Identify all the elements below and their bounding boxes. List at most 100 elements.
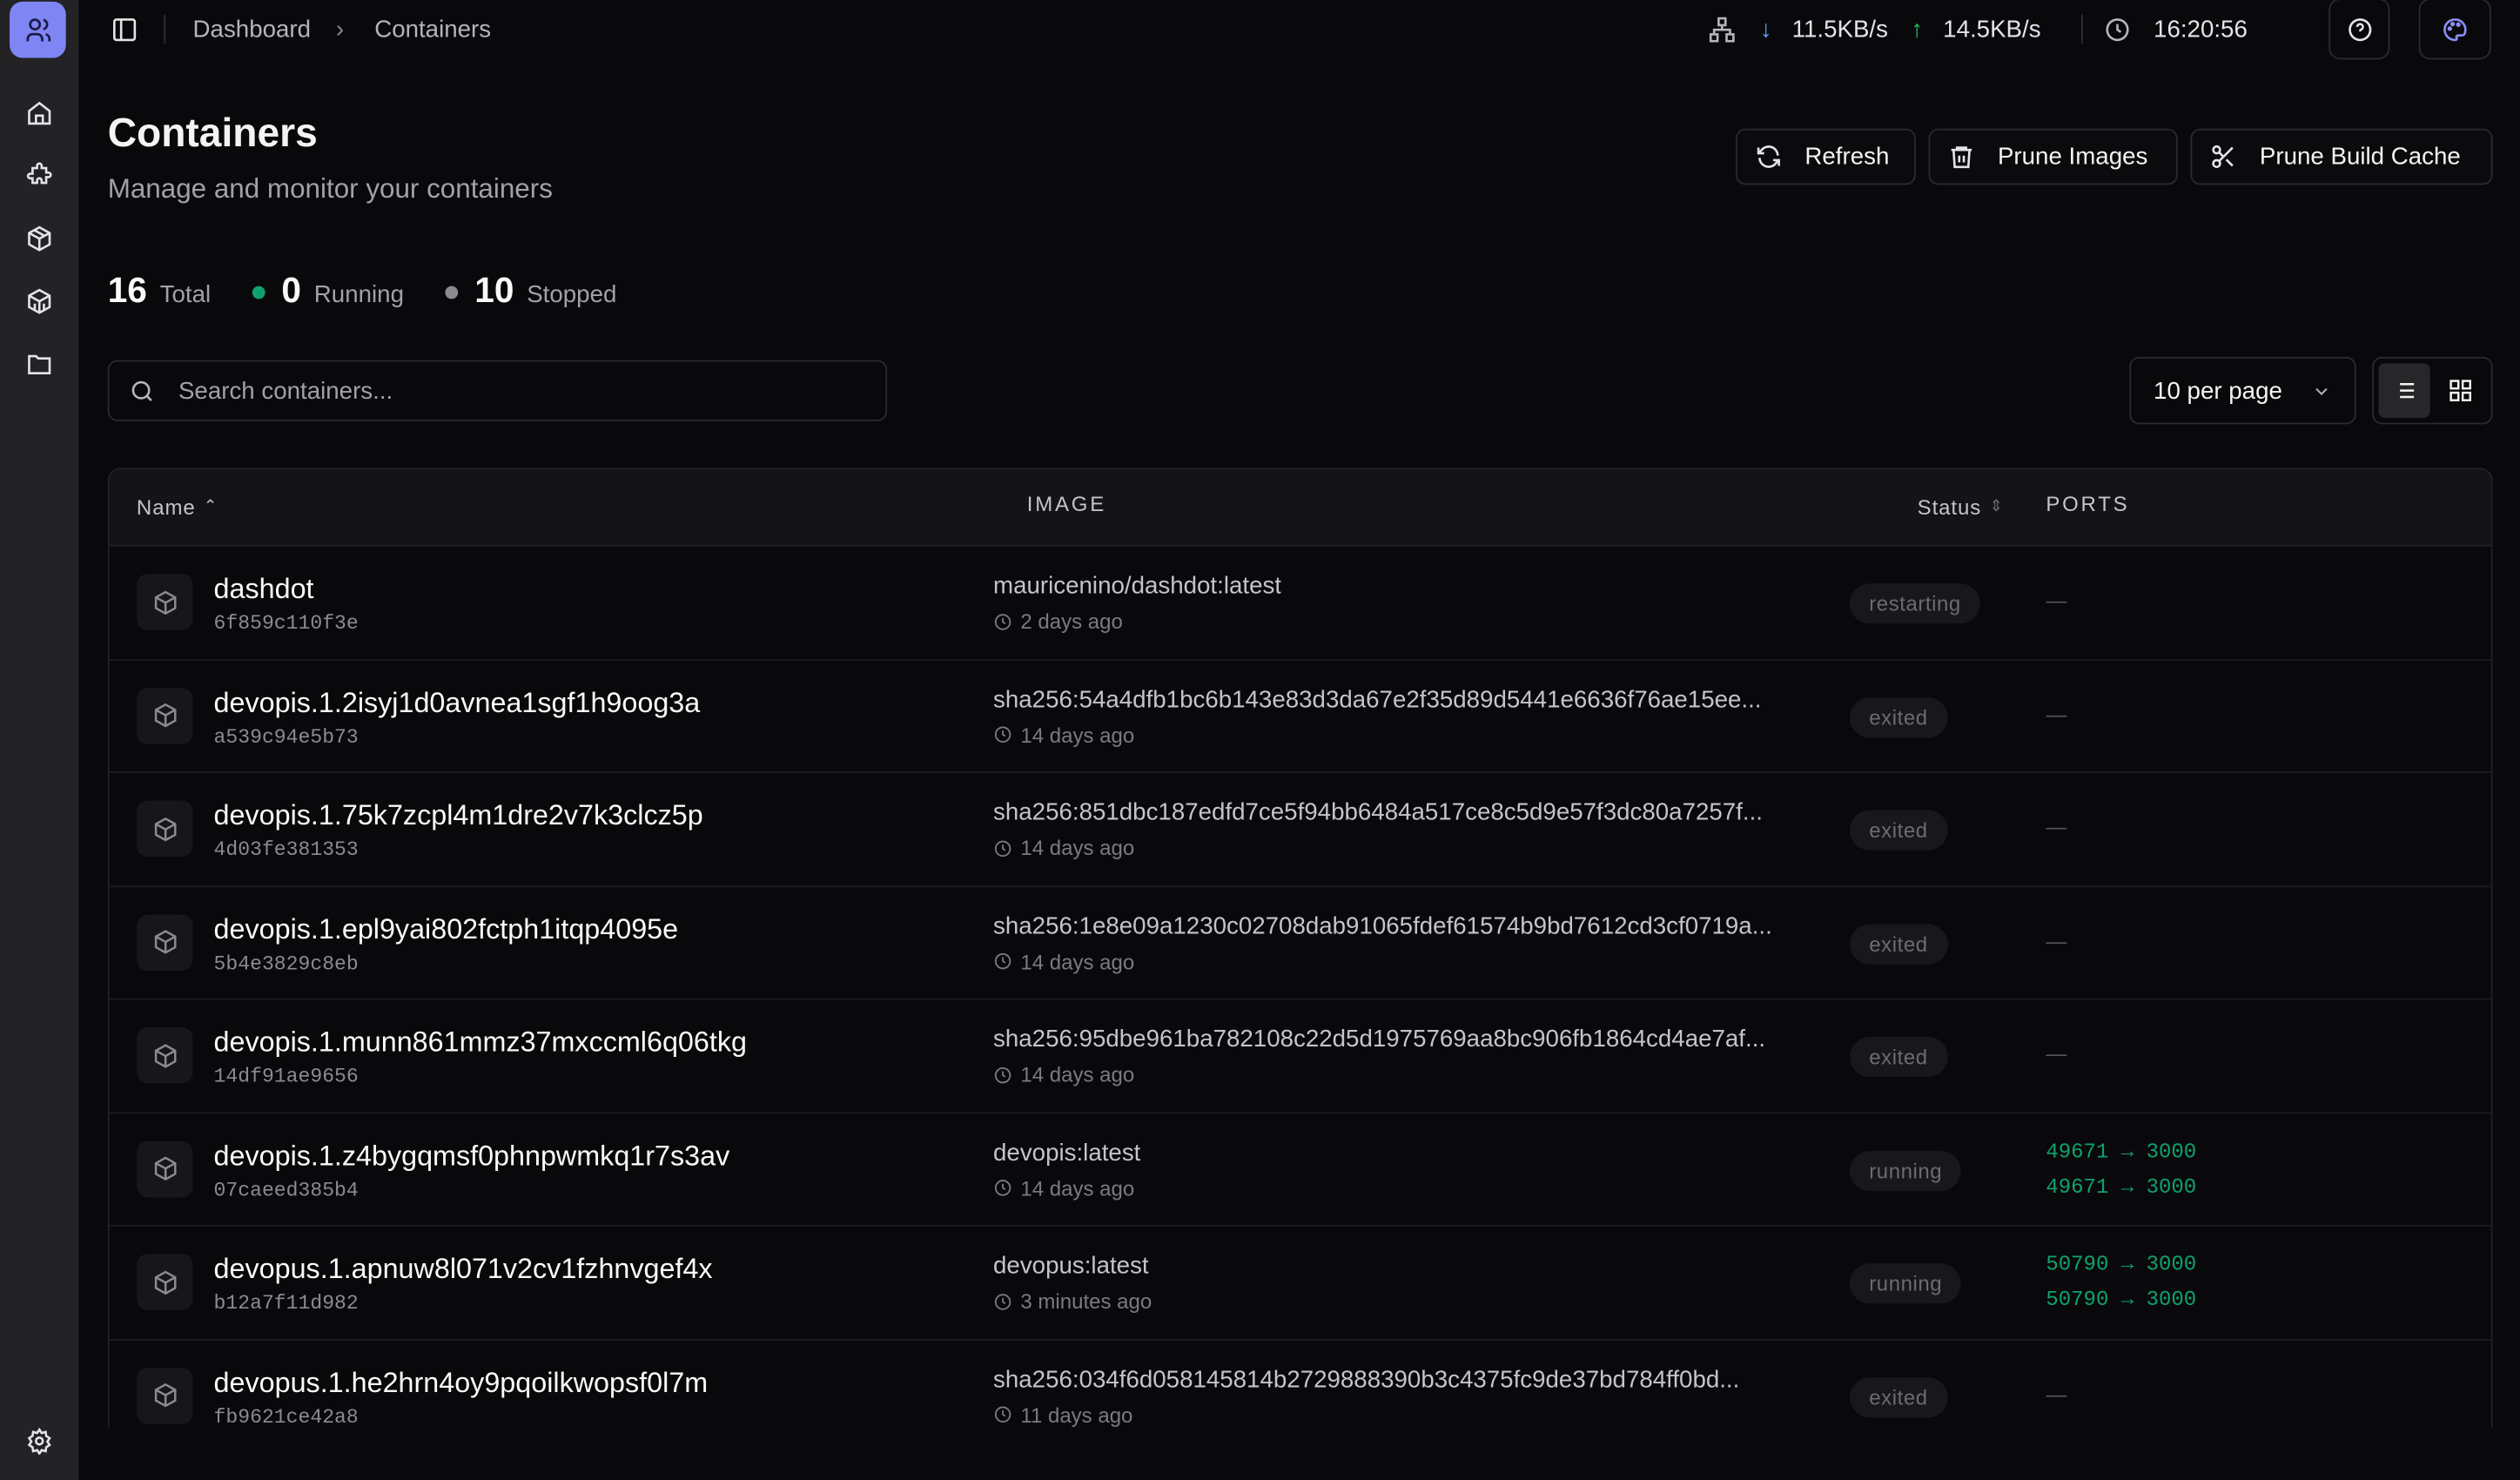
users-icon xyxy=(24,16,52,44)
container-name[interactable]: devopus.1.he2hrn4oy9pqoilkwopsf0l7m xyxy=(214,1365,709,1399)
no-ports: — xyxy=(2046,1041,2066,1066)
total-count: 16 xyxy=(108,270,147,312)
status-header-label: Status xyxy=(1918,495,1982,520)
gear-icon xyxy=(25,1427,52,1454)
sidebar-item-home[interactable] xyxy=(21,95,57,131)
help-button[interactable] xyxy=(2328,0,2389,59)
breadcrumb-dashboard[interactable]: Dashboard xyxy=(193,16,312,43)
container-id: 4d03fe381353 xyxy=(214,839,359,862)
no-ports: — xyxy=(2046,1382,2066,1406)
sort-updown-icon: ⇕ xyxy=(1989,498,2003,515)
refresh-button[interactable]: Refresh xyxy=(1736,129,1916,185)
chevron-down-icon xyxy=(2311,380,2332,401)
container-name[interactable]: devopis.1.epl9yai802fctph1itqp4095e xyxy=(214,912,679,946)
no-ports: — xyxy=(2046,589,2066,613)
breadcrumb-current: Containers xyxy=(374,16,491,43)
no-ports: — xyxy=(2046,815,2066,839)
status-badge: exited xyxy=(1850,1376,1947,1416)
age-text: 14 days ago xyxy=(1020,1062,1134,1086)
sidebar xyxy=(0,0,78,1480)
created-age: 3 minutes ago xyxy=(993,1289,1152,1314)
container-icon xyxy=(137,687,193,743)
container-id: 6f859c110f3e xyxy=(214,612,359,635)
clock-icon xyxy=(993,1405,1012,1424)
sort-asc-icon: ⌃ xyxy=(204,498,218,515)
prune-images-button[interactable]: Prune Images xyxy=(1929,129,2178,185)
age-text: 14 days ago xyxy=(1020,1176,1134,1201)
created-age: 2 days ago xyxy=(993,609,1123,634)
status-badge: running xyxy=(1850,1263,1961,1303)
container-image: sha256:034f6d058145814b2729888390b3c4375… xyxy=(993,1365,1739,1392)
container-name[interactable]: devopis.1.75k7zcpl4m1dre2v7k3clcz5p xyxy=(214,799,703,833)
container-id: 07caeed385b4 xyxy=(214,1179,359,1201)
sidebar-toggle-button[interactable] xyxy=(111,16,138,43)
app-logo-button[interactable] xyxy=(10,2,66,58)
ports-column-header: PORTS xyxy=(2046,492,2129,516)
grid-icon xyxy=(2448,378,2474,404)
per-page-value: 10 per page xyxy=(2154,377,2282,404)
container-image: sha256:95dbe961ba782108c22d5d1975769aa8b… xyxy=(993,1026,1765,1053)
container-name[interactable]: devopis.1.munn861mmz37mxccml6q06tkg xyxy=(214,1026,747,1060)
name-column-header[interactable]: Name⌃ xyxy=(137,495,218,520)
container-icon xyxy=(137,914,193,971)
container-name[interactable]: devopis.1.2isyj1d0avnea1sgf1h9oog3a xyxy=(214,685,701,719)
clock-icon xyxy=(993,952,1012,971)
container-icon xyxy=(137,1367,193,1423)
view-toggle xyxy=(2372,357,2492,425)
container-icon xyxy=(137,800,193,857)
container-image: sha256:1e8e09a1230c02708dab91065fdef6157… xyxy=(993,912,1772,939)
created-age: 11 days ago xyxy=(993,1403,1132,1427)
panel-left-icon xyxy=(111,16,138,43)
refresh-label: Refresh xyxy=(1804,143,1889,170)
stopped-label: Stopped xyxy=(527,281,616,308)
status-badge: exited xyxy=(1850,1037,1947,1077)
scissors-icon xyxy=(2210,143,2237,170)
table-row[interactable]: devopis.1.munn861mmz37mxccml6q06tkg 14df… xyxy=(110,999,2491,1113)
sidebar-item-plugins[interactable] xyxy=(21,158,57,193)
table-row[interactable]: devopus.1.apnuw8l071v2cv1fzhnvgef4x b12a… xyxy=(110,1227,2491,1340)
status-badge: exited xyxy=(1850,696,1947,737)
sidebar-item-settings[interactable] xyxy=(21,1423,57,1458)
table-row[interactable]: dashdot 6f859c110f3e mauricenino/dashdot… xyxy=(110,547,2491,660)
age-text: 11 days ago xyxy=(1020,1403,1132,1427)
status-badge: exited xyxy=(1850,811,1947,851)
container-image: devopus:latest xyxy=(993,1252,1149,1279)
download-arrow-icon: ↓ xyxy=(1760,16,1772,43)
running-dot-icon xyxy=(252,286,265,299)
table-row[interactable]: devopis.1.z4bygqmsf0phnpwmkq1r7s3av 07ca… xyxy=(110,1113,2491,1227)
trash-icon xyxy=(1948,143,1975,170)
search-input[interactable] xyxy=(178,377,822,404)
age-text: 14 days ago xyxy=(1020,836,1134,860)
container-id: 14df91ae9656 xyxy=(214,1066,359,1088)
container-id: 5b4e3829c8eb xyxy=(214,952,359,975)
table-row[interactable]: devopis.1.2isyj1d0avnea1sgf1h9oog3a a539… xyxy=(110,660,2491,773)
table-row[interactable]: devopus.1.he2hrn4oy9pqoilkwopsf0l7m fb96… xyxy=(110,1340,2491,1428)
container-name[interactable]: devopis.1.z4bygqmsf0phnpwmkq1r7s3av xyxy=(214,1139,730,1173)
sidebar-item-images[interactable] xyxy=(21,283,57,319)
clock-icon xyxy=(993,725,1012,744)
help-circle-icon xyxy=(2346,16,2373,43)
sidebar-item-containers[interactable] xyxy=(21,220,57,256)
container-name[interactable]: devopus.1.apnuw8l071v2cv1fzhnvgef4x xyxy=(214,1252,713,1286)
list-icon xyxy=(2391,378,2417,404)
container-name[interactable]: dashdot xyxy=(214,572,314,606)
sidebar-item-files[interactable] xyxy=(21,346,57,381)
table-row[interactable]: devopis.1.75k7zcpl4m1dre2v7k3clcz5p 4d03… xyxy=(110,773,2491,886)
clock-icon xyxy=(993,838,1012,858)
list-view-button[interactable] xyxy=(2379,363,2429,418)
page-title: Containers xyxy=(108,111,318,158)
search-box xyxy=(108,360,887,421)
container-icon xyxy=(137,1254,193,1310)
status-column-header[interactable]: Status ⇕ xyxy=(1918,495,2004,520)
table-row[interactable]: devopis.1.epl9yai802fctph1itqp4095e 5b4e… xyxy=(110,886,2491,999)
folder-icon xyxy=(25,350,52,377)
stopped-dot-icon xyxy=(446,286,459,299)
grid-view-button[interactable] xyxy=(2436,363,2486,418)
containers-table: Name⌃ IMAGE Status⇕ PORTS dashdot 6f859c… xyxy=(108,468,2493,1427)
theme-button[interactable] xyxy=(2419,0,2491,59)
container-image: sha256:54a4dfb1bc6b143e83d3da67e2f35d89d… xyxy=(993,685,1762,712)
prune-build-cache-button[interactable]: Prune Build Cache xyxy=(2191,129,2493,185)
per-page-select[interactable]: 10 per page xyxy=(2129,357,2355,425)
status-badge: restarting xyxy=(1850,583,1980,623)
container-icon xyxy=(137,574,193,630)
